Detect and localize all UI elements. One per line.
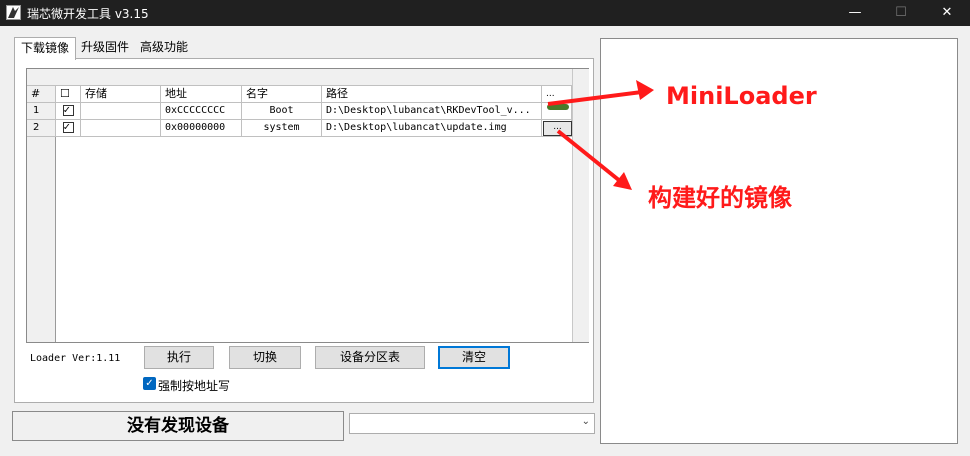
title-bar: 瑞芯微开发工具 v3.15 — ☐ ✕: [0, 0, 970, 26]
table-row-number: 2: [27, 120, 56, 137]
annotation-built-image: 构建好的镜像: [648, 184, 792, 212]
annotation-miniloader: MiniLoader: [666, 82, 817, 110]
device-combo[interactable]: ⌄: [349, 413, 595, 434]
col-header-path: 路径: [322, 86, 542, 103]
col-header-storage: 存储: [81, 86, 161, 103]
chevron-down-icon[interactable]: ⌄: [582, 416, 590, 427]
minimize-button[interactable]: —: [832, 0, 878, 26]
row-name[interactable]: system: [242, 120, 322, 137]
tab-advanced[interactable]: 高级功能: [135, 37, 193, 59]
window-title: 瑞芯微开发工具 v3.15: [27, 7, 149, 21]
table-top-bar: [27, 69, 572, 86]
row-checkbox[interactable]: [56, 103, 81, 120]
force-address-label: 强制按地址写: [158, 379, 231, 393]
tab-upgrade-firmware[interactable]: 升级固件: [77, 37, 133, 59]
app-icon: [6, 5, 21, 20]
loader-version: Loader Ver:1.11: [30, 353, 121, 364]
row-checkbox[interactable]: [56, 120, 81, 137]
col-header-select[interactable]: ☐: [56, 86, 81, 103]
row-path[interactable]: D:\Desktop\lubancat\RKDevTool_v...: [322, 103, 542, 120]
col-header-name: 名字: [242, 86, 322, 103]
close-button[interactable]: ✕: [924, 0, 970, 26]
row-address[interactable]: 0x00000000: [161, 120, 242, 137]
table-row-number: 1: [27, 103, 56, 120]
table-scrollbar[interactable]: [572, 69, 589, 342]
col-header-address: 地址: [161, 86, 242, 103]
browse-indicator: [547, 104, 569, 110]
tab-download-image[interactable]: 下载镜像: [14, 37, 76, 60]
image-table: # ☐ 存储 地址 名字 路径 ... 1 0xCCCCCCCC Boot D:…: [26, 68, 589, 343]
col-header-browse: ...: [542, 86, 572, 103]
maximize-button[interactable]: ☐: [878, 0, 924, 26]
col-header-index: #: [27, 86, 56, 103]
switch-button[interactable]: 切换: [229, 346, 301, 369]
row-storage[interactable]: [81, 103, 161, 120]
row-address[interactable]: 0xCCCCCCCC: [161, 103, 242, 120]
row-path[interactable]: D:\Desktop\lubancat\update.img: [322, 120, 542, 137]
device-status: 没有发现设备: [12, 411, 344, 441]
row-storage[interactable]: [81, 120, 161, 137]
clear-button[interactable]: 清空: [438, 346, 510, 369]
execute-button[interactable]: 执行: [144, 346, 214, 369]
force-address-checkbox[interactable]: ✓: [143, 377, 156, 390]
browse-button[interactable]: ...: [543, 121, 572, 136]
partition-table-button[interactable]: 设备分区表: [315, 346, 425, 369]
row-name[interactable]: Boot: [242, 103, 322, 120]
checkbox-checked-icon[interactable]: [62, 120, 74, 134]
checkbox-checked-icon[interactable]: [62, 103, 74, 117]
